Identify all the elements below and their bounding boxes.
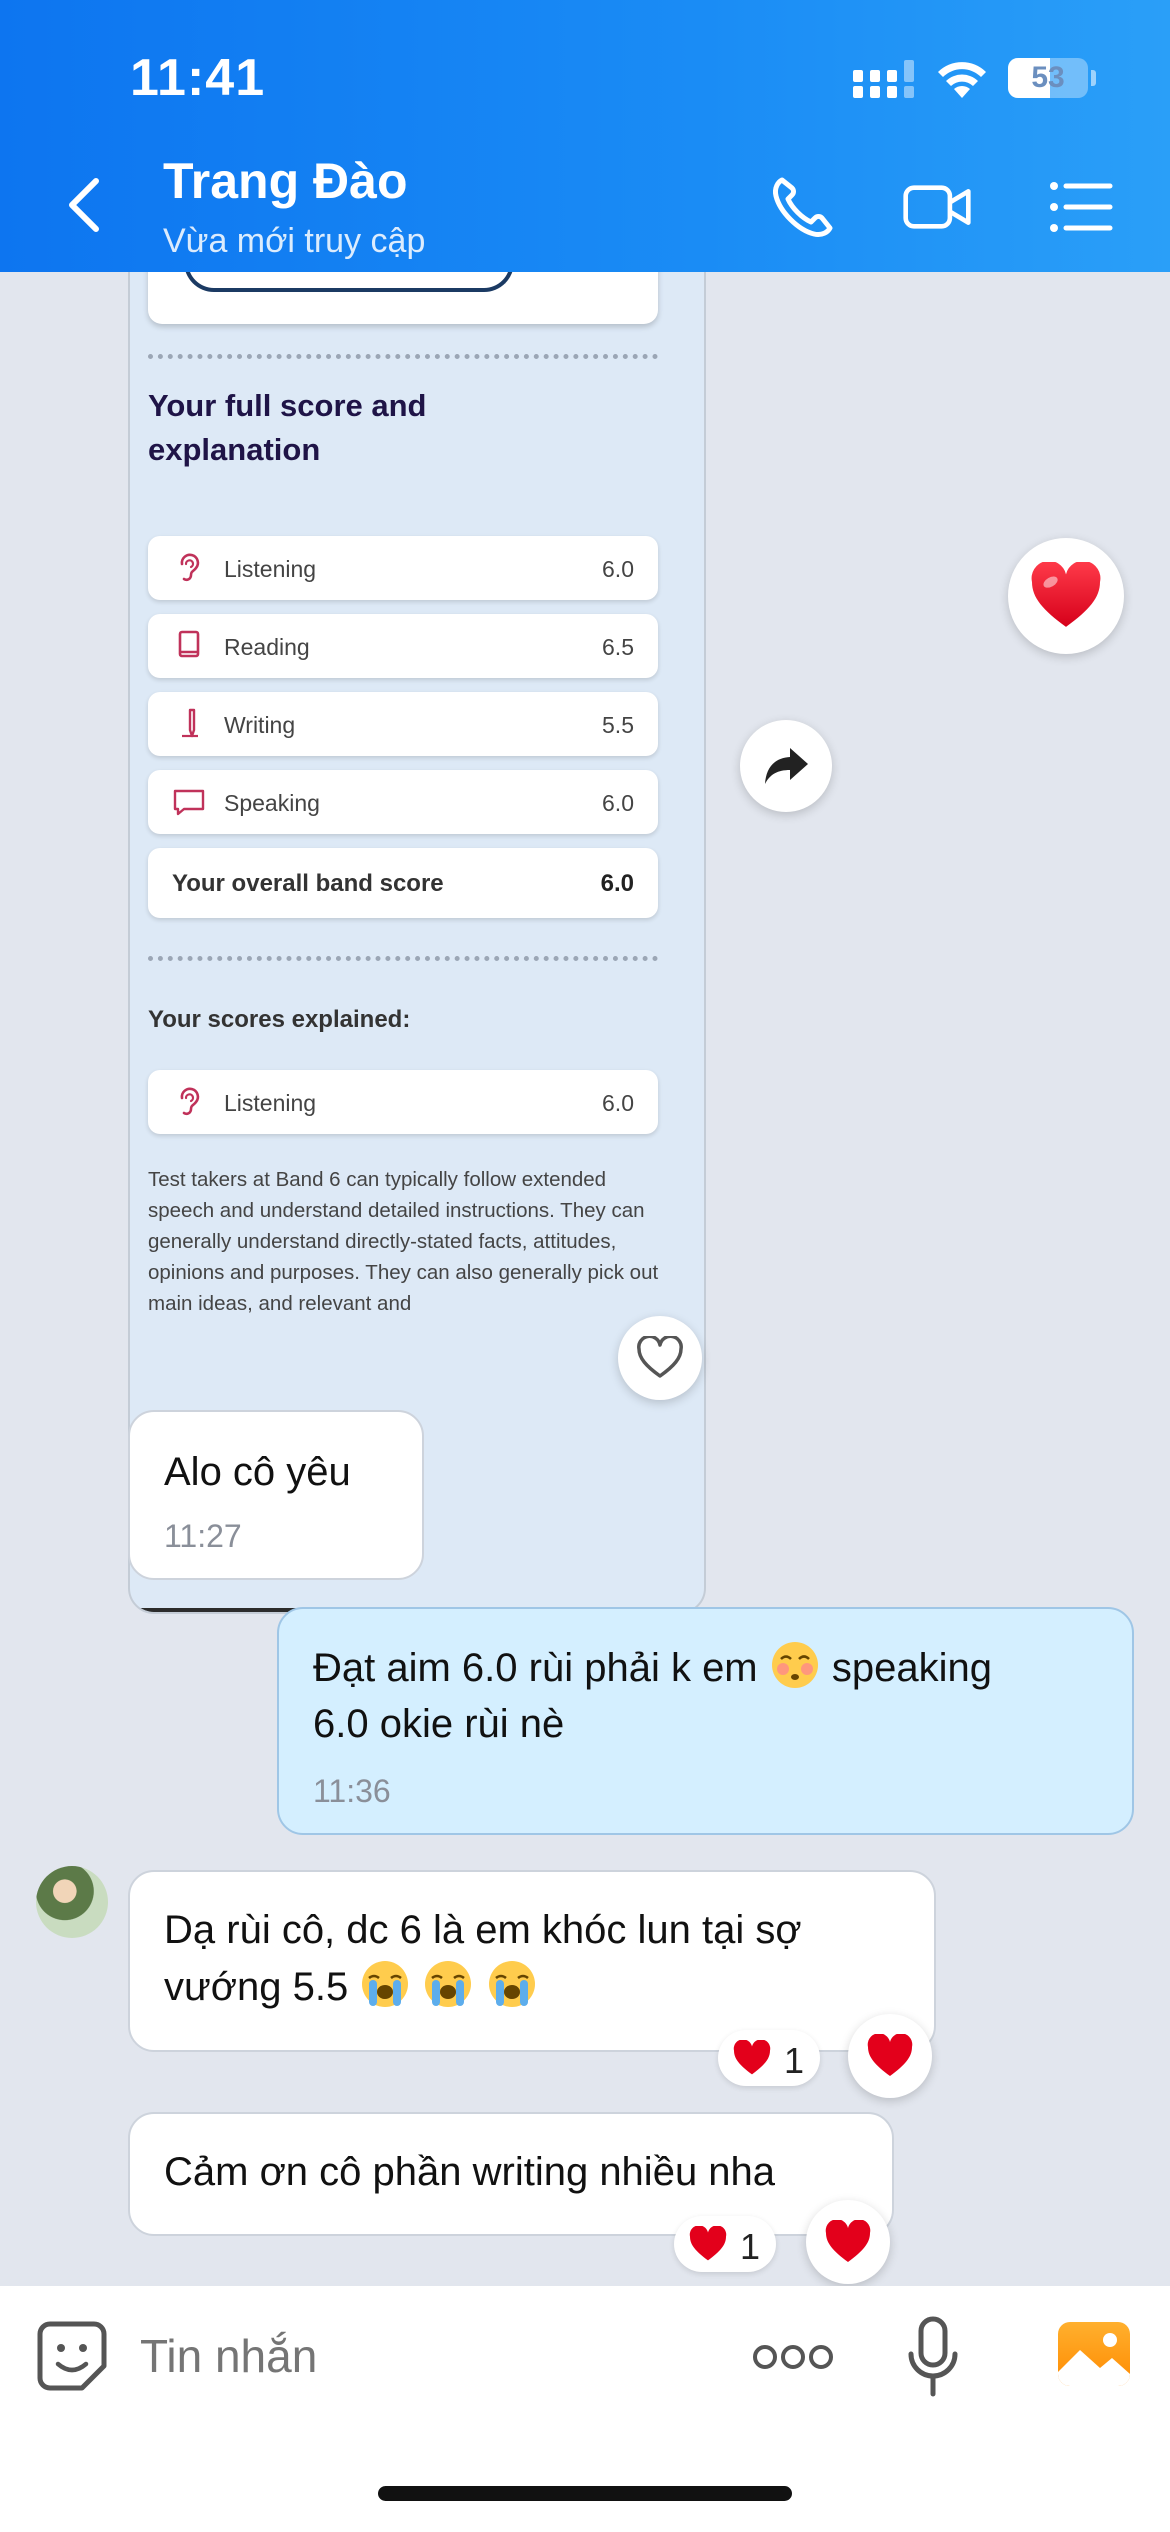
heart-icon	[1031, 562, 1101, 627]
avatar[interactable]	[36, 1866, 108, 1938]
crying-face-emojis	[359, 1961, 537, 2009]
message-time: 11:36	[313, 1773, 391, 1809]
message-time: 11:27	[164, 1518, 242, 1554]
message-input[interactable]	[140, 2320, 700, 2392]
status-time: 11:41	[130, 49, 266, 107]
score-label: Reading	[224, 634, 310, 660]
message-text: Alo cô yêu	[164, 1450, 351, 1494]
score-label: Speaking	[224, 790, 320, 816]
score-row-listening: Listening 6.0	[148, 536, 658, 600]
heart-outline-icon	[637, 1336, 683, 1378]
battery-icon: 53	[1008, 58, 1088, 98]
heart-icon	[689, 2226, 727, 2261]
heart-reaction-button[interactable]	[848, 2014, 932, 2098]
overall-score-row: Your overall band score 6.0	[148, 848, 658, 918]
forward-button[interactable]	[740, 720, 832, 812]
message-text-part: speaking	[831, 1646, 993, 1690]
image-section-title: Your full score and explanation	[148, 388, 427, 467]
message-text-line1: Dạ rùi cô, dc 6 là em khóc lun tại sợ	[164, 1908, 802, 1952]
reaction-count: 1	[784, 2040, 805, 2081]
menu-list-icon[interactable]	[1046, 172, 1116, 242]
speech-bubble-icon	[173, 789, 205, 816]
ear-icon	[180, 1087, 200, 1116]
score-value: 6.0	[602, 556, 634, 582]
score-label: Listening	[224, 1090, 317, 1116]
loudly-crying-face-emoji	[362, 1961, 409, 2007]
heart-reaction-button[interactable]	[1008, 538, 1124, 654]
explained-row-listening: Listening 6.0	[148, 1070, 658, 1134]
like-button[interactable]	[618, 1316, 702, 1400]
chat-header: 11:41 53 Trang Đào Vừa mới truy cập	[0, 0, 1170, 272]
score-row-reading: Reading 6.5	[148, 614, 658, 678]
message-text-part: Đạt aim 6.0 rùi phải k em	[313, 1646, 758, 1690]
home-indicator	[378, 2486, 792, 2501]
image-divider	[148, 956, 658, 961]
score-row-writing: Writing 5.5	[148, 692, 658, 756]
battery-text: 53	[1031, 61, 1065, 94]
image-top-pill	[184, 272, 514, 292]
message-text: Dạ rùi cô, dc 6 là em khóc lun tại sợ vư…	[164, 1902, 924, 2015]
score-value: 5.5	[602, 712, 634, 738]
score-label: Listening	[224, 556, 317, 582]
reaction-summary[interactable]: 1	[718, 2030, 820, 2086]
wifi-icon	[938, 62, 986, 98]
overall-score-value: 6.0	[600, 870, 634, 897]
reaction-count: 1	[740, 2226, 761, 2267]
video-call-icon[interactable]	[902, 172, 972, 242]
ear-icon	[180, 553, 200, 582]
pen-icon	[182, 708, 198, 738]
phone-icon[interactable]	[768, 172, 838, 242]
score-value: 6.0	[602, 1090, 634, 1116]
microphone-icon[interactable]	[906, 2316, 960, 2398]
message-text-line2: vướng 5.5	[164, 1965, 349, 2009]
message-bubble-sent[interactable]: Đạt aim 6.0 rùi phải k em speaking 6.0 o…	[277, 1607, 1134, 1835]
score-label: Writing	[224, 712, 296, 738]
heart-icon	[867, 2034, 913, 2076]
message-text-line2: 6.0 okie rùi nè	[313, 1702, 565, 1746]
loudly-crying-face-emoji	[488, 1961, 535, 2007]
flushed-face-emoji	[771, 1642, 818, 1688]
gallery-icon[interactable]	[1056, 2320, 1132, 2388]
heart-icon	[825, 2220, 871, 2262]
battery-nub	[1091, 70, 1096, 86]
book-icon	[178, 630, 200, 658]
scores-explained-title: Your scores explained:	[148, 1006, 411, 1033]
message-text: Đạt aim 6.0 rùi phải k em speaking 6.0 o…	[313, 1639, 1113, 1752]
score-value: 6.5	[602, 634, 634, 660]
back-icon[interactable]	[60, 175, 110, 235]
sticker-icon[interactable]	[36, 2320, 108, 2392]
contact-status: Vừa mới truy cập	[163, 222, 426, 260]
heart-icon	[733, 2040, 771, 2075]
score-explanation-text: Test takers at Band 6 can typically foll…	[148, 1168, 659, 1315]
overall-score-label: Your overall band score	[172, 870, 444, 897]
image-top-card	[148, 272, 658, 324]
share-forward-icon	[765, 748, 808, 784]
message-bubble-received[interactable]: Alo cô yêu 11:27	[128, 1410, 424, 1580]
score-value: 6.0	[602, 790, 634, 816]
message-bubble-received[interactable]: Cảm ơn cô phần writing nhiều nha	[128, 2112, 894, 2236]
heart-reaction-button[interactable]	[806, 2200, 890, 2284]
message-text: Cảm ơn cô phần writing nhiều nha	[164, 2150, 776, 2194]
image-divider	[148, 354, 658, 359]
more-options-icon[interactable]	[752, 2342, 834, 2372]
message-bubble-received[interactable]: Dạ rùi cô, dc 6 là em khóc lun tại sợ vư…	[128, 1870, 936, 2052]
loudly-crying-face-emoji	[425, 1961, 472, 2007]
reaction-summary[interactable]: 1	[674, 2216, 776, 2272]
message-list[interactable]: Your full score and explanation Listenin…	[0, 272, 1170, 2286]
contact-name[interactable]: Trang Đào	[163, 152, 407, 210]
cellular-signal-icon	[853, 60, 914, 98]
score-row-speaking: Speaking 6.0	[148, 770, 658, 834]
